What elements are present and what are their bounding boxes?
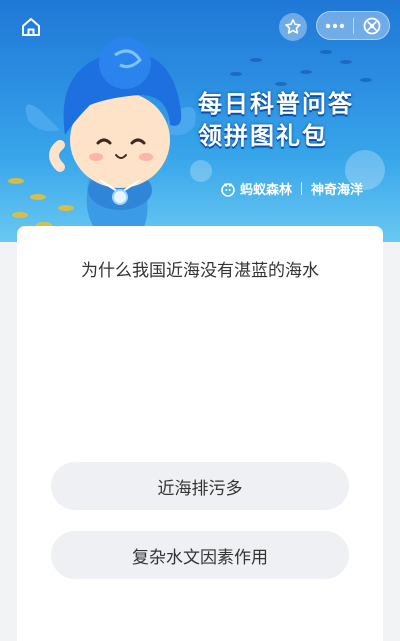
headline: 每日科普问答 领拼图礼包 bbox=[198, 88, 393, 152]
close-icon bbox=[363, 17, 380, 34]
headline-line-1: 每日科普问答 bbox=[198, 90, 354, 118]
mini-program-capsule bbox=[316, 11, 390, 40]
brand-secondary: 神奇海洋 bbox=[311, 183, 364, 198]
fish-decoration bbox=[320, 50, 332, 54]
brand-row: 蚂蚁森林 神奇海洋 bbox=[220, 179, 363, 198]
answer-option-2[interactable]: 复杂水文因素作用 bbox=[51, 531, 349, 579]
headline-line-2: 领拼图礼包 bbox=[198, 122, 328, 150]
answer-option-1[interactable]: 近海排污多 bbox=[51, 462, 349, 510]
brand-primary: 蚂蚁森林 bbox=[240, 183, 293, 198]
more-button[interactable] bbox=[317, 23, 353, 29]
star-icon bbox=[285, 19, 301, 34]
home-button[interactable] bbox=[18, 14, 44, 40]
brand-divider bbox=[301, 182, 303, 195]
header-banner: 每日科普问答 领拼图礼包 蚂蚁森林 神奇海洋 bbox=[0, 0, 400, 242]
question-text: 为什么我国近海没有湛蓝的海水 bbox=[81, 261, 319, 281]
fish-decoration bbox=[300, 70, 312, 74]
close-button[interactable] bbox=[354, 17, 389, 35]
fish-decoration bbox=[360, 78, 372, 82]
quiz-card: 为什么我国近海没有湛蓝的海水 近海排污多 复杂水文因素作用 bbox=[17, 226, 383, 641]
more-icon bbox=[325, 23, 345, 28]
favorite-button[interactable] bbox=[279, 13, 307, 41]
mascot-illustration bbox=[25, 37, 196, 235]
fish-decoration bbox=[250, 58, 262, 62]
fish-decoration bbox=[275, 82, 287, 86]
fish-decoration bbox=[340, 60, 352, 64]
answer-option-label: 近海排污多 bbox=[157, 478, 243, 499]
home-icon bbox=[22, 18, 40, 36]
ant-forest-logo-icon bbox=[221, 182, 235, 197]
fish-decoration bbox=[230, 72, 242, 76]
answer-option-label: 复杂水文因素作用 bbox=[132, 547, 268, 568]
